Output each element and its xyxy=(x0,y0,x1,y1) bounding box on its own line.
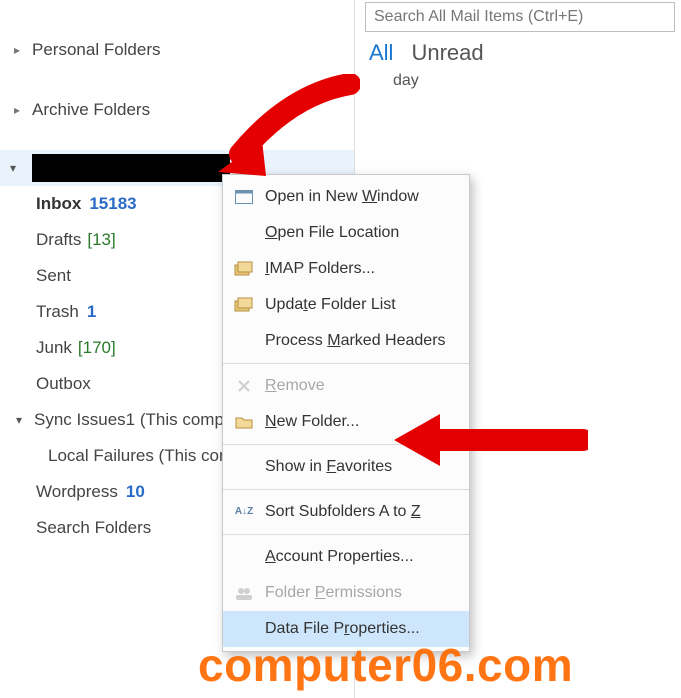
blank-icon xyxy=(231,547,257,567)
menu-label: Remove xyxy=(265,377,325,395)
folders-icon xyxy=(231,259,257,279)
unread-count: 1 xyxy=(87,302,96,322)
remove-icon xyxy=(231,376,257,396)
menu-label: New Folder... xyxy=(265,413,359,431)
menu-label: Process Marked Headers xyxy=(265,332,446,350)
folder-label: Sync Issues1 (This compu xyxy=(34,410,233,430)
menu-separator xyxy=(223,534,469,535)
menu-label: Show in Favorites xyxy=(265,458,392,476)
search-input[interactable]: Search All Mail Items (Ctrl+E) xyxy=(365,2,675,32)
filter-bar: All Unread xyxy=(355,32,681,70)
archive-folders-header[interactable]: Archive Folders xyxy=(0,92,354,128)
menu-account-properties[interactable]: Account Properties... xyxy=(223,539,469,575)
archive-folders-label: Archive Folders xyxy=(32,100,150,120)
personal-folders-header[interactable]: Personal Folders xyxy=(0,32,354,68)
menu-label: Open in New Window xyxy=(265,188,419,206)
people-icon xyxy=(231,583,257,603)
draft-count: [13] xyxy=(87,230,115,250)
folder-label: Trash xyxy=(36,302,79,322)
menu-process-marked-headers[interactable]: Process Marked Headers xyxy=(223,323,469,359)
menu-show-in-favorites[interactable]: Show in Favorites xyxy=(223,449,469,485)
folder-label: Sent xyxy=(36,266,71,286)
folder-icon xyxy=(231,412,257,432)
filter-unread[interactable]: Unread xyxy=(411,40,483,66)
day-group-header: day xyxy=(355,70,681,92)
blank-icon xyxy=(231,223,257,243)
folder-label: Junk xyxy=(36,338,72,358)
folder-context-menu: Open in New Window Open File Location IM… xyxy=(222,174,470,652)
menu-imap-folders[interactable]: IMAP Folders... xyxy=(223,251,469,287)
menu-label: Update Folder List xyxy=(265,296,396,314)
chevron-down-icon xyxy=(10,161,24,175)
chevron-right-icon xyxy=(14,43,28,57)
day-header-text: day xyxy=(393,72,419,89)
menu-separator xyxy=(223,363,469,364)
folders-refresh-icon xyxy=(231,295,257,315)
menu-remove: Remove xyxy=(223,368,469,404)
menu-label: Account Properties... xyxy=(265,548,414,566)
menu-open-file-location[interactable]: Open File Location xyxy=(223,215,469,251)
sort-az-icon: A↓Z xyxy=(231,502,257,522)
redacted-account-name xyxy=(32,154,230,182)
filter-all[interactable]: All xyxy=(369,40,393,66)
menu-label: Folder Permissions xyxy=(265,584,402,602)
blank-icon xyxy=(231,457,257,477)
menu-data-file-properties[interactable]: Data File Properties... xyxy=(223,611,469,647)
menu-open-new-window[interactable]: Open in New Window xyxy=(223,179,469,215)
menu-separator xyxy=(223,444,469,445)
menu-label: Open File Location xyxy=(265,224,399,242)
junk-count: [170] xyxy=(78,338,116,358)
folder-label: Wordpress xyxy=(36,482,118,502)
menu-label: Sort Subfolders A to Z xyxy=(265,503,421,521)
menu-update-folder-list[interactable]: Update Folder List xyxy=(223,287,469,323)
menu-sort-subfolders[interactable]: A↓Z Sort Subfolders A to Z xyxy=(223,494,469,530)
folder-label: Outbox xyxy=(36,374,91,394)
folder-label: Inbox xyxy=(36,194,81,214)
menu-separator xyxy=(223,489,469,490)
folder-label: Drafts xyxy=(36,230,81,250)
menu-label: IMAP Folders... xyxy=(265,260,375,278)
blank-icon xyxy=(231,619,257,639)
unread-count: 10 xyxy=(126,482,145,502)
search-placeholder-text: Search All Mail Items (Ctrl+E) xyxy=(374,8,583,26)
nav-spacer xyxy=(0,4,354,32)
window-icon xyxy=(231,187,257,207)
chevron-right-icon xyxy=(14,103,28,117)
menu-label: Data File Properties... xyxy=(265,620,420,638)
chevron-down-icon xyxy=(16,413,30,427)
menu-folder-permissions: Folder Permissions xyxy=(223,575,469,611)
folder-label: Local Failures (This com xyxy=(48,446,233,466)
personal-folders-label: Personal Folders xyxy=(32,40,161,60)
menu-new-folder[interactable]: New Folder... xyxy=(223,404,469,440)
folder-label: Search Folders xyxy=(36,518,151,538)
blank-icon xyxy=(231,331,257,351)
unread-count: 15183 xyxy=(89,194,136,214)
